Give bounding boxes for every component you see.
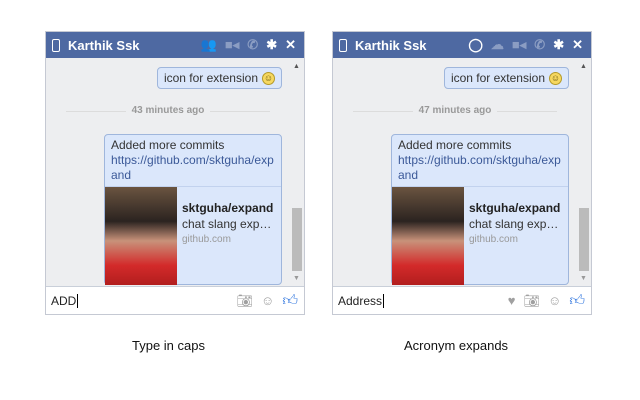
link-preview-card[interactable]: sktguha/expand chat slang exp… github.com (392, 186, 568, 285)
message-bubble: icon for extension ☺ (443, 67, 569, 89)
add-friend-icon[interactable]: 👥 (201, 37, 217, 53)
contact-name[interactable]: Karthik Ssk (68, 38, 140, 53)
scrollbar-thumb[interactable] (292, 208, 302, 271)
chat-window-right: Karthik Ssk ◯ ☁ ■◂ ✆ ✱ ✕ icon for extens… (332, 31, 592, 315)
camera-icon[interactable]: 📷︎ (524, 293, 541, 309)
smiley-icon: ☺ (549, 71, 562, 85)
phone-icon[interactable]: ✆ (247, 37, 258, 53)
phone-icon[interactable]: ✆ (534, 37, 545, 53)
chat-header: Karthik Ssk ◯ ☁ ■◂ ✆ ✱ ✕ (333, 32, 591, 58)
like-icon[interactable]: 👍︎ (569, 292, 585, 310)
close-icon[interactable]: ✕ (285, 37, 296, 53)
timestamp: 43 minutes ago (66, 105, 270, 116)
message-bubble-link: Added more commits https://github.com/skt… (391, 134, 569, 285)
card-title: sktguha/expand (182, 201, 274, 215)
chat-bubble-icon[interactable]: ◯ (468, 37, 483, 53)
message-bubble-link: Added more commits https://github.com/skt… (104, 134, 282, 285)
scroll-down-icon[interactable]: ▼ (580, 275, 587, 282)
card-title: sktguha/expand (469, 201, 561, 215)
scrollbar[interactable]: ▲ ▼ (577, 58, 591, 286)
mobile-icon (339, 38, 347, 52)
message-bubble: icon for extension ☺ (156, 67, 282, 89)
input-text[interactable]: ADD (51, 294, 76, 308)
preview-image (105, 187, 177, 285)
card-description: chat slang exp… (182, 217, 272, 231)
close-icon[interactable]: ✕ (572, 37, 583, 53)
scroll-up-icon[interactable]: ▲ (580, 63, 587, 70)
message-link[interactable]: https://github.com/sktguha/expand (398, 153, 562, 183)
gear-icon[interactable]: ✱ (553, 37, 564, 53)
scroll-up-icon[interactable]: ▲ (293, 63, 300, 70)
scroll-down-icon[interactable]: ▼ (293, 275, 300, 282)
video-call-icon[interactable]: ■◂ (225, 37, 239, 53)
message-list: icon for extension ☺ 47 minutes ago Added… (333, 58, 577, 286)
message-link[interactable]: https://github.com/sktguha/expand (111, 153, 275, 183)
caption-left: Type in caps (132, 338, 205, 353)
input-text[interactable]: Address (338, 294, 382, 308)
preview-image (392, 187, 464, 285)
message-text: icon for extension (450, 71, 545, 85)
message-text: Added more commits (111, 138, 225, 152)
camera-icon[interactable]: 📷︎ (237, 293, 254, 309)
contact-name[interactable]: Karthik Ssk (355, 38, 427, 53)
emoji-icon[interactable]: ☺ (261, 293, 274, 308)
link-preview-card[interactable]: sktguha/expand chat slang exp… github.com (105, 186, 281, 285)
mobile-icon (52, 38, 60, 52)
like-icon[interactable]: 👍︎ (282, 292, 298, 310)
chat-window-left: Karthik Ssk 👥 ■◂ ✆ ✱ ✕ icon for extensio… (45, 31, 305, 315)
timestamp: 47 minutes ago (353, 105, 557, 116)
card-site: github.com (469, 234, 518, 245)
message-text: Added more commits (398, 138, 512, 152)
message-list: icon for extension ☺ 43 minutes ago Added… (46, 58, 290, 286)
card-site: github.com (182, 234, 231, 245)
extension-icon[interactable]: ☁ (491, 37, 504, 53)
chat-header: Karthik Ssk 👥 ■◂ ✆ ✱ ✕ (46, 32, 304, 58)
emoji-icon[interactable]: ☺ (548, 293, 561, 308)
scrollbar[interactable]: ▲ ▼ (290, 58, 304, 286)
gear-icon[interactable]: ✱ (266, 37, 277, 53)
caption-right: Acronym expands (404, 338, 509, 353)
message-input[interactable]: Address ♥ 📷︎ ☺ 👍︎ (333, 286, 591, 314)
scrollbar-thumb[interactable] (579, 208, 589, 271)
heart-icon[interactable]: ♥ (508, 293, 516, 308)
card-description: chat slang exp… (469, 217, 559, 231)
message-text: icon for extension (163, 71, 258, 85)
smiley-icon: ☺ (262, 71, 275, 85)
message-input[interactable]: ADD 📷︎ ☺ 👍︎ (46, 286, 304, 314)
video-call-icon[interactable]: ■◂ (512, 37, 526, 53)
